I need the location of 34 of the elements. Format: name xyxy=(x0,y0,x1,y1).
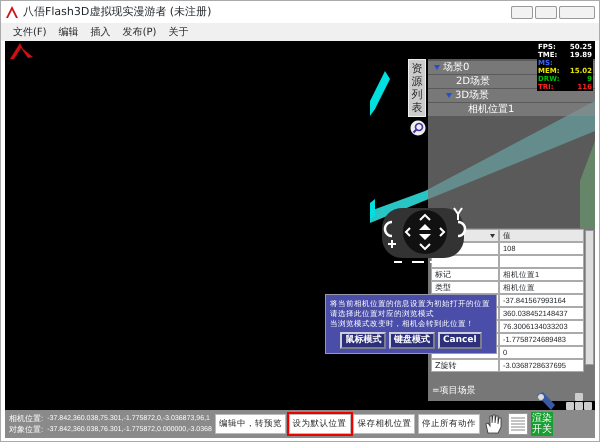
panel-footer: =项目场景 xyxy=(432,384,476,398)
expand-toggle-icon[interactable] xyxy=(446,93,452,98)
table-cell xyxy=(431,255,499,268)
dialog-button[interactable]: Cancel xyxy=(438,332,482,350)
tree-item[interactable]: 场景0 xyxy=(443,60,470,75)
toolbar-button[interactable]: 保存相机位置 xyxy=(353,414,416,434)
search-icon[interactable] xyxy=(410,120,426,136)
close-button[interactable] xyxy=(559,6,595,18)
minimize-button[interactable] xyxy=(511,6,533,18)
keys-icon[interactable] xyxy=(565,393,593,410)
app-logo-icon xyxy=(5,6,19,18)
tree-item[interactable]: 2D场景 xyxy=(456,74,490,89)
expand-toggle-icon[interactable] xyxy=(434,65,440,70)
table-cell: 类型 xyxy=(431,281,499,294)
resource-list-tab[interactable]: 资源列表 xyxy=(408,59,426,117)
toolbar-button[interactable]: 设为默认位置 xyxy=(288,414,351,434)
menu-item[interactable]: 发布(P) xyxy=(122,24,156,40)
position-label: 对象位置: xyxy=(9,424,44,435)
toolbar-button[interactable]: 编辑中，转预览 xyxy=(214,414,286,434)
table-cell: Z旋转 xyxy=(431,359,499,372)
dropdown-caret-icon[interactable] xyxy=(490,234,495,238)
logo-icon xyxy=(8,43,34,59)
maximize-button[interactable] xyxy=(535,6,557,18)
menu-item[interactable]: 文件(F) xyxy=(13,24,47,40)
dialog-button[interactable]: 鼠标模式 xyxy=(340,332,386,350)
dialog-button[interactable]: 键盘模式 xyxy=(389,332,436,350)
scrollbar[interactable] xyxy=(585,230,594,365)
table-cell: 标记 xyxy=(431,268,499,281)
toolbar-button[interactable]: 停止所有动作 xyxy=(418,414,480,434)
window-title: 八俉Flash3D虚拟现实漫游者 (未注册) xyxy=(23,4,212,20)
menu-item[interactable]: 编辑 xyxy=(58,24,79,40)
menu-item[interactable]: 插入 xyxy=(90,24,111,40)
menu-item[interactable]: 关于 xyxy=(168,24,188,40)
position-label: 相机位置: xyxy=(9,413,44,424)
